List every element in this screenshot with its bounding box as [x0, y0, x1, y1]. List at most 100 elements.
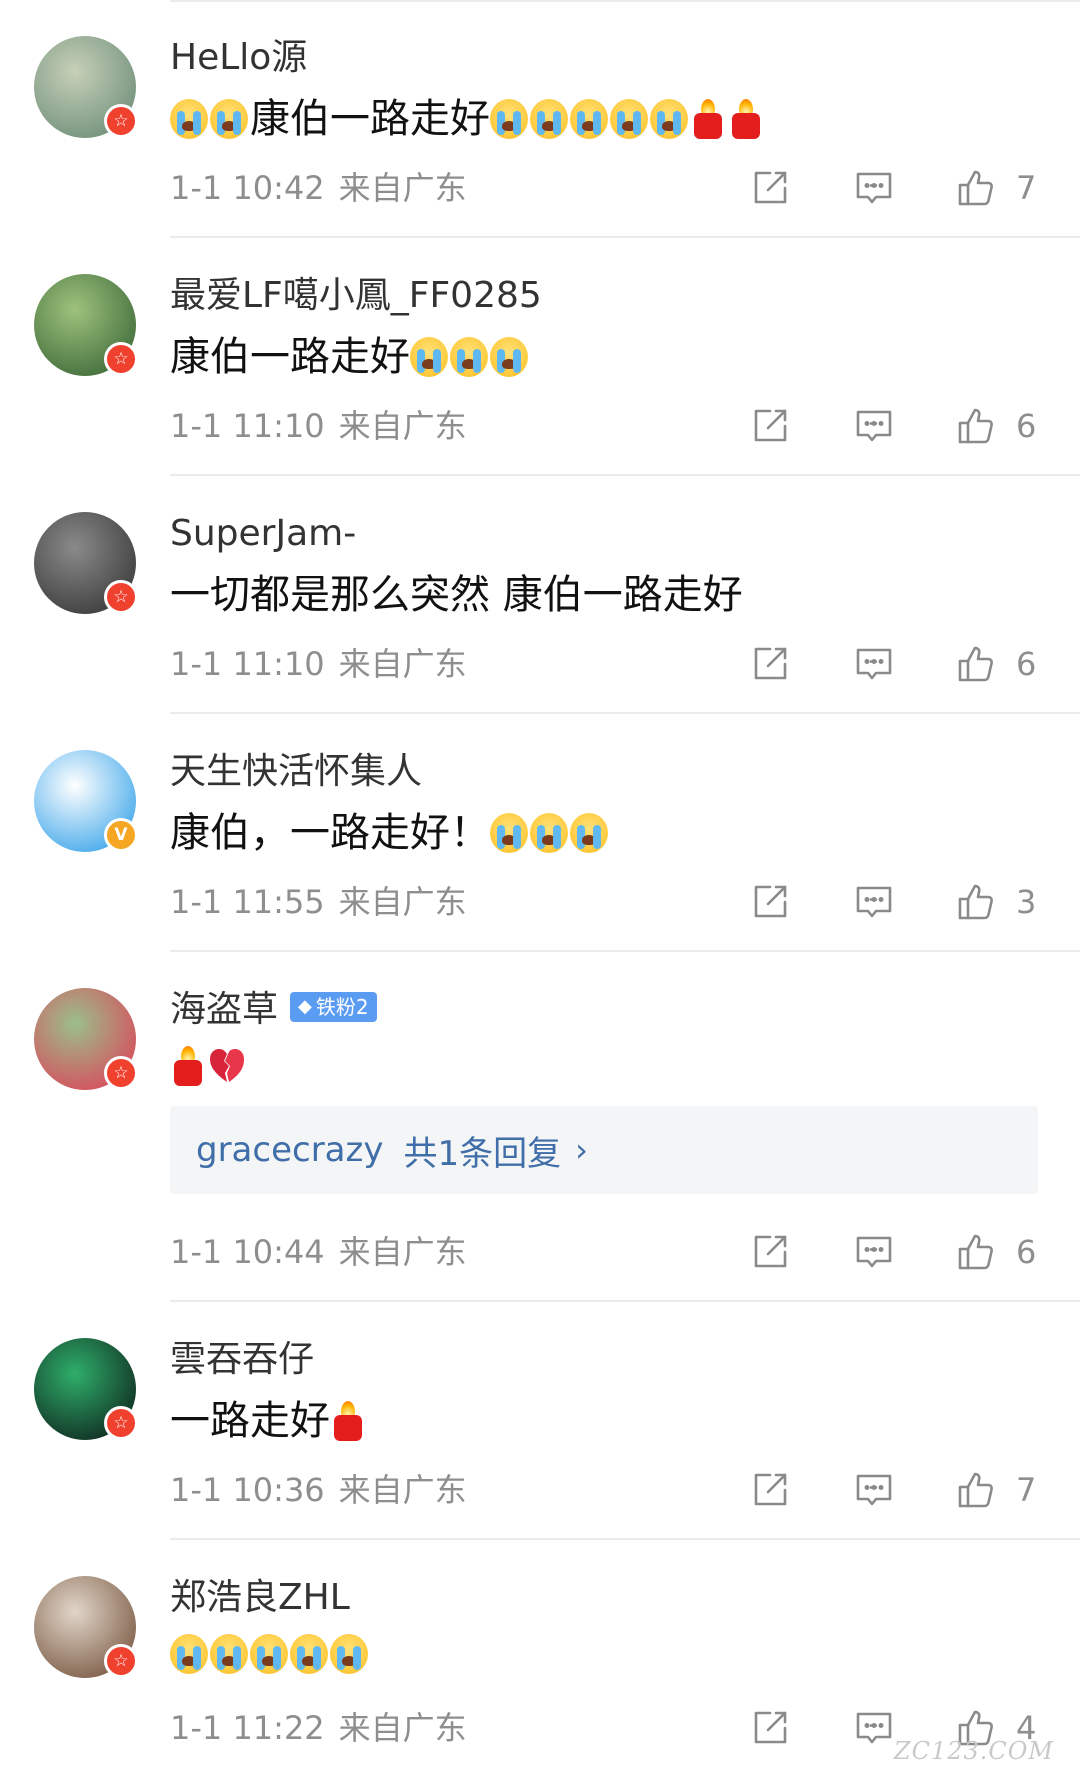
comment-text: 一路走好 [170, 1396, 368, 1446]
timestamp: 1-1 10:42 [170, 169, 325, 207]
comment-icon[interactable] [852, 1230, 896, 1274]
avatar[interactable]: ☆ [34, 512, 138, 614]
location: 来自广东 [338, 1233, 467, 1271]
like-count: 7 [1016, 1471, 1037, 1509]
share-icon[interactable] [748, 404, 792, 448]
location: 来自广东 [338, 169, 467, 207]
verified-v-icon: V [104, 818, 138, 852]
crying-emoji-icon [210, 99, 248, 139]
share-icon[interactable] [748, 166, 792, 210]
timestamp: 1-1 11:10 [170, 645, 325, 683]
comment-meta: 1-1 11:10 来自广东 [170, 644, 467, 684]
comment-icon[interactable] [852, 642, 896, 686]
comment-item: ☆ 海盗草 ◆ 铁粉2 gracecrazy 共1条回复 › 1-1 10:44 来自广东 6 [0, 952, 1080, 1302]
username[interactable]: 雲吞吞仔 [170, 1338, 314, 1382]
username-text: 海盗草 [170, 989, 279, 1030]
username[interactable]: 最爱LF噶小鳳_FF0285 [170, 274, 542, 318]
comment-icon[interactable] [852, 1468, 896, 1512]
username[interactable]: 天生快活怀集人 [170, 750, 422, 794]
share-icon[interactable] [748, 880, 792, 924]
comment-text-content: 康伯一路走好 [170, 334, 410, 380]
thumbs-up-icon[interactable] [954, 404, 998, 448]
location: 来自广东 [338, 645, 467, 683]
crying-emoji-icon [490, 813, 528, 853]
comment-actions: 7 [748, 166, 1068, 210]
comment-meta: 1-1 11:22 来自广东 [170, 1708, 467, 1748]
comment-item: ☆ 雲吞吞仔 一路走好 1-1 10:36 来自广东 7 [0, 1302, 1080, 1540]
candle-emoji-icon [170, 1046, 206, 1086]
thumbs-up-icon[interactable] [954, 880, 998, 924]
thumbs-up-icon[interactable] [954, 642, 998, 686]
comment-text: 康伯一路走好 [170, 94, 766, 144]
candle-emoji-icon [728, 99, 764, 139]
username[interactable]: HeLlo源 [170, 36, 307, 80]
username[interactable]: SuperJam- [170, 512, 356, 556]
like-count: 6 [1016, 1233, 1037, 1271]
username-text: 雲吞吞仔 [170, 1339, 315, 1380]
comment-actions: 3 [748, 880, 1068, 924]
share-icon[interactable] [748, 1230, 792, 1274]
like-count: 3 [1016, 883, 1037, 921]
avatar[interactable]: V [34, 750, 138, 852]
comment-text-content: 一切都是那么突然 康伯一路走好 [170, 572, 743, 618]
candle-emoji-icon [330, 1401, 366, 1441]
crying-emoji-icon [490, 337, 528, 377]
location: 来自广东 [338, 883, 467, 921]
username[interactable]: 海盗草 ◆ 铁粉2 [170, 988, 377, 1032]
crying-emoji-icon [450, 337, 488, 377]
comment-text: 一切都是那么突然 康伯一路走好 [170, 570, 743, 620]
username-text: 最爱LF噶小鳳_FF0285 [170, 275, 542, 316]
comment-item: ☆ SuperJam- 一切都是那么突然 康伯一路走好 1-1 11:10 来自广东 6 [0, 476, 1080, 714]
comment-text [170, 1046, 248, 1086]
timestamp: 1-1 10:44 [170, 1233, 325, 1271]
reply-user[interactable]: gracecrazy [196, 1130, 383, 1170]
comment-icon[interactable] [852, 880, 896, 924]
crying-emoji-icon [250, 1634, 288, 1674]
avatar[interactable]: ☆ [34, 36, 138, 138]
crying-emoji-icon [530, 99, 568, 139]
comment-text-content: 康伯，一路走好！ [170, 810, 490, 856]
crying-emoji-icon [210, 1634, 248, 1674]
comment-icon[interactable] [852, 166, 896, 210]
avatar[interactable]: ☆ [34, 988, 138, 1090]
crying-emoji-icon [650, 99, 688, 139]
avatar[interactable]: ☆ [34, 1338, 138, 1440]
crying-emoji-icon [610, 99, 648, 139]
crying-emoji-icon [490, 99, 528, 139]
verified-star-icon: ☆ [104, 1406, 138, 1440]
reply-preview[interactable]: gracecrazy 共1条回复 › [170, 1106, 1038, 1194]
share-icon[interactable] [748, 642, 792, 686]
comment-icon[interactable] [852, 404, 896, 448]
comment-meta: 1-1 10:42 来自广东 [170, 168, 467, 208]
crying-emoji-icon [170, 1634, 208, 1674]
broken-heart-emoji-icon [208, 1046, 246, 1086]
username[interactable]: 郑浩良ZHL [170, 1576, 350, 1620]
verified-star-icon: ☆ [104, 580, 138, 614]
comment-text-content: 康伯一路走好 [250, 96, 490, 142]
like-count: 6 [1016, 645, 1037, 683]
thumbs-up-icon[interactable] [954, 1230, 998, 1274]
diamond-icon: ◆ [298, 996, 312, 1017]
comment-item: ☆ HeLlo源康伯一路走好 1-1 10:42 来自广东 7 [0, 0, 1080, 238]
like-count: 6 [1016, 407, 1037, 445]
crying-emoji-icon [570, 813, 608, 853]
username-text: HeLlo源 [170, 37, 308, 78]
avatar[interactable]: ☆ [34, 274, 138, 376]
thumbs-up-icon[interactable] [954, 1468, 998, 1512]
crying-emoji-icon [170, 99, 208, 139]
crying-emoji-icon [530, 813, 568, 853]
timestamp: 1-1 11:10 [170, 407, 325, 445]
share-icon[interactable] [748, 1706, 792, 1750]
comment-text [170, 1634, 370, 1674]
location: 来自广东 [338, 1709, 467, 1747]
chevron-right-icon: › [575, 1131, 588, 1169]
comment-icon[interactable] [852, 1706, 896, 1750]
crying-emoji-icon [330, 1634, 368, 1674]
comment-meta: 1-1 11:55 来自广东 [170, 882, 467, 922]
share-icon[interactable] [748, 1468, 792, 1512]
thumbs-up-icon[interactable] [954, 166, 998, 210]
fan-level-badge: ◆ 铁粉2 [290, 992, 377, 1022]
comment-meta: 1-1 10:44 来自广东 [170, 1232, 467, 1272]
avatar[interactable]: ☆ [34, 1576, 138, 1678]
candle-emoji-icon [690, 99, 726, 139]
